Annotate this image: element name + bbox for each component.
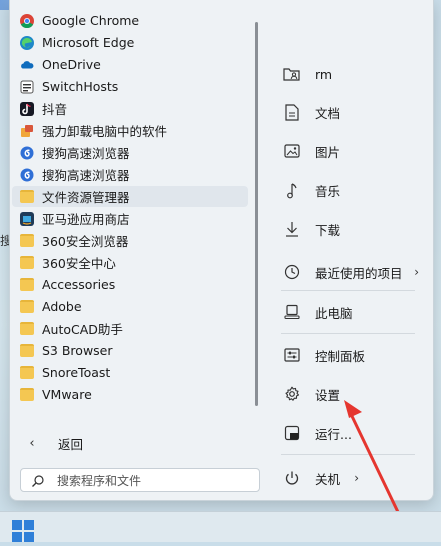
taskbar [0,511,441,542]
app-label: 360安全中心 [42,256,116,271]
annotation-arrow [344,400,400,514]
app-label: OneDrive [42,57,101,72]
folder-icon [20,344,34,358]
folder-vmware[interactable]: VMware [12,384,248,405]
app-switchhosts[interactable]: SwitchHosts [12,76,248,97]
folder-icon [20,234,34,248]
search-placeholder: 搜索程序和文件 [57,473,142,488]
app-label: VMware [42,387,92,402]
settings-label: 设置 [315,387,341,403]
app-label: 亚马逊应用商店 [42,212,130,227]
uninstall-icon [20,124,34,138]
app-file-explorer[interactable]: 文件资源管理器 [12,186,248,207]
this-pc-item[interactable]: 此电脑 [275,297,425,327]
folder-360-security[interactable]: 360安全中心 [12,252,248,273]
recent-items-item[interactable]: 最近使用的项目 › [275,257,425,287]
switchhosts-icon [20,80,34,94]
app-label: S3 Browser [42,343,113,358]
user-label: rm [315,66,333,82]
folder-icon [20,300,34,314]
folder-360-browser[interactable]: 360安全浏览器 [12,230,248,251]
divider [281,290,415,291]
computer-icon [281,303,303,321]
folder-autocad-assistant[interactable]: AutoCAD助手 [12,318,248,339]
app-label: Google Chrome [42,13,140,28]
folder-adobe[interactable]: Adobe [12,296,248,317]
windows-logo-icon[interactable] [12,520,34,542]
user-folder-icon [281,65,303,83]
music-note-icon [281,181,303,199]
documents-item[interactable]: 文档 [275,97,425,127]
back-label: 返回 [58,436,84,452]
folder-accessories[interactable]: Accessories [12,274,248,295]
douyin-icon [20,101,34,116]
downloads-item[interactable]: 下载 [275,214,425,244]
control-panel-icon [281,346,303,364]
chevron-left-icon: ‹ [29,435,35,451]
pictures-label: 图片 [315,144,341,160]
control-panel-label: 控制面板 [315,348,366,364]
search-box[interactable]: 搜索程序和文件 [20,468,260,492]
downloads-label: 下载 [315,222,341,238]
app-label: SnoreToast [42,365,111,380]
app-label: 强力卸载电脑中的软件 [42,124,168,139]
this-pc-label: 此电脑 [315,305,353,321]
music-label: 音乐 [315,183,341,199]
power-icon [281,469,303,487]
run-icon [281,424,303,442]
divider [281,333,415,334]
app-label: 抖音 [42,102,68,117]
app-label: SwitchHosts [42,79,119,94]
search-icon [31,473,45,487]
onedrive-icon [20,58,34,72]
music-item[interactable]: 音乐 [275,175,425,205]
folder-icon [20,388,34,402]
chevron-right-icon: › [414,265,419,279]
sogou-browser-icon [20,168,34,182]
app-label: Microsoft Edge [42,35,135,50]
app-label: Accessories [42,277,116,292]
download-icon [281,220,303,238]
chrome-icon [20,13,34,28]
app-label: 文件资源管理器 [42,190,130,205]
app-onedrive[interactable]: OneDrive [12,54,248,75]
app-uninstaller[interactable]: 强力卸载电脑中的软件 [12,120,248,141]
folder-icon [20,256,34,270]
folder-snoretoast[interactable]: SnoreToast [12,362,248,383]
sogou-browser-icon [20,146,34,160]
picture-icon [281,142,303,160]
app-amazon-appstore[interactable]: 亚马逊应用商店 [12,208,248,229]
app-douyin[interactable]: 抖音 [12,98,248,119]
recent-label: 最近使用的项目 [315,265,403,281]
app-sogou-browser[interactable]: 搜狗高速浏览器 [12,142,248,163]
clock-icon [281,263,303,281]
amazon-appstore-icon [20,211,34,226]
app-microsoft-edge[interactable]: Microsoft Edge [12,32,248,53]
app-label: Adobe [42,299,82,314]
folder-icon [20,322,34,336]
app-sogou-browser[interactable]: 搜狗高速浏览器 [12,164,248,185]
app-label: 搜狗高速浏览器 [42,168,130,183]
app-google-chrome[interactable]: Google Chrome [12,10,248,31]
back-button[interactable]: ‹ 返回 [20,432,140,454]
edge-icon [20,35,34,50]
document-icon [281,103,303,121]
documents-label: 文档 [315,105,341,121]
shutdown-label: 关机 [315,471,341,487]
app-label: AutoCAD助手 [42,322,123,337]
folder-icon [20,190,34,204]
pictures-item[interactable]: 图片 [275,136,425,166]
app-label: 搜狗高速浏览器 [42,146,130,161]
user-folder-item[interactable]: rm [275,59,425,89]
folder-icon [20,278,34,292]
app-label: 360安全浏览器 [42,234,129,249]
folder-s3-browser[interactable]: S3 Browser [12,340,248,361]
control-panel-item[interactable]: 控制面板 [275,340,425,370]
gear-icon [281,385,303,403]
app-list-scrollbar[interactable] [255,22,258,406]
folder-icon [20,366,34,380]
